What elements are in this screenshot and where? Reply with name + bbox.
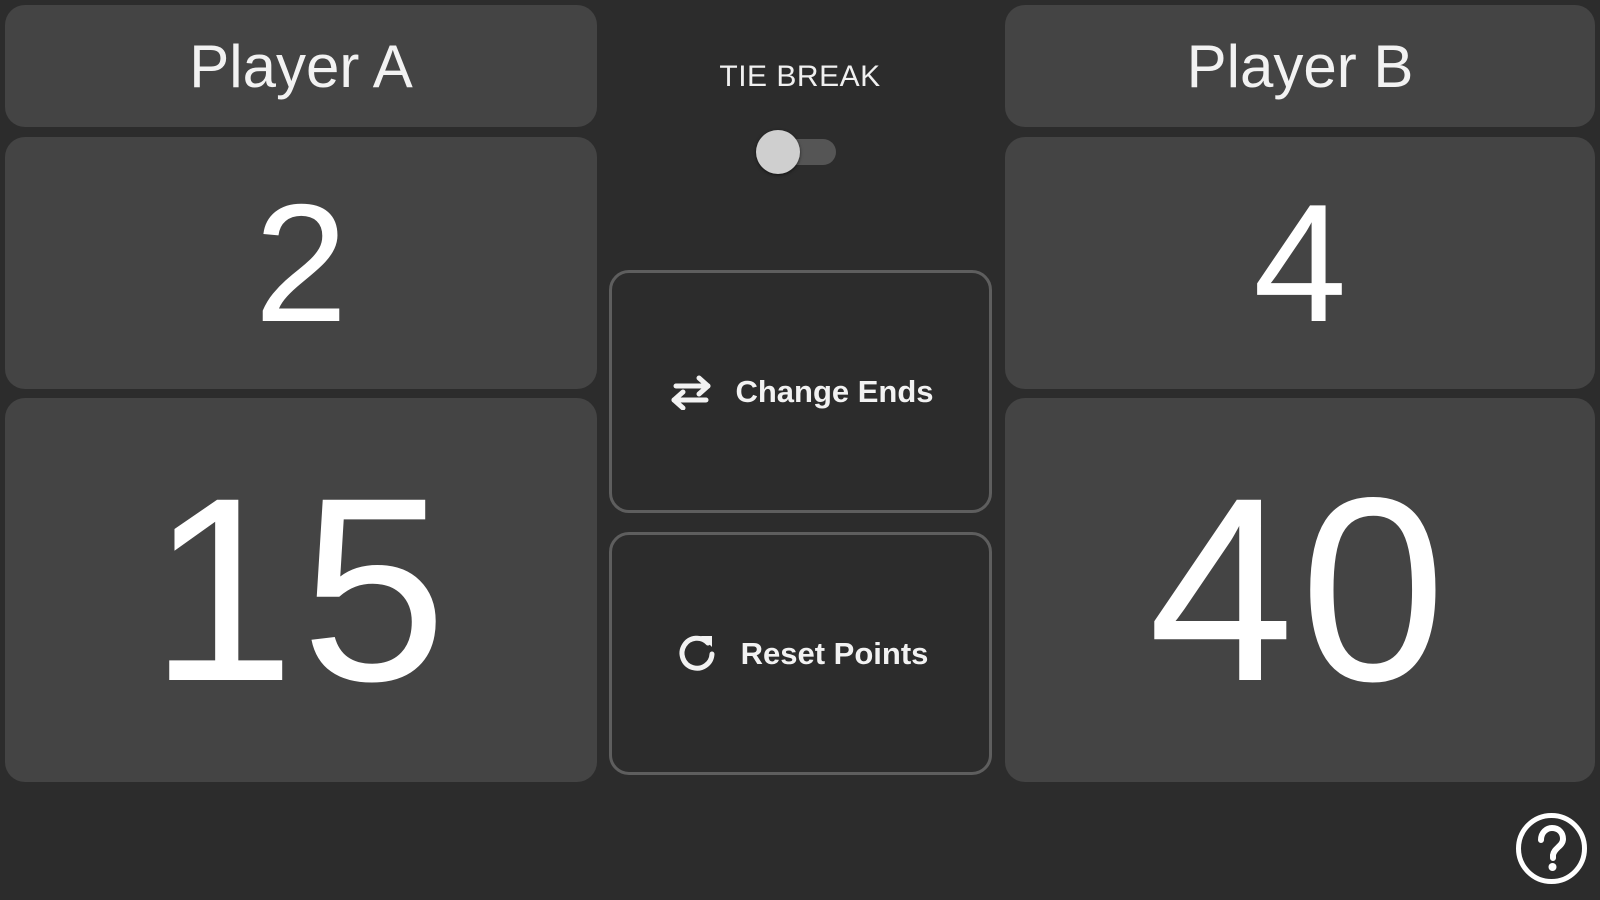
player-a-games-value: 2	[254, 168, 348, 357]
swap-horiz-icon	[667, 368, 715, 416]
player-a-points-value: 15	[149, 443, 453, 736]
player-b-name[interactable]: Player B	[1005, 5, 1595, 127]
player-b-name-label: Player B	[1186, 32, 1414, 100]
player-b-points[interactable]: 40	[1005, 398, 1595, 782]
refresh-icon	[673, 630, 721, 678]
tie-break-toggle[interactable]	[756, 130, 840, 174]
help-button[interactable]	[1514, 811, 1589, 886]
change-ends-label: Change Ends	[735, 373, 934, 409]
player-a-name[interactable]: Player A	[5, 5, 597, 127]
player-b-points-value: 40	[1148, 443, 1452, 736]
reset-points-button[interactable]: Reset Points	[609, 532, 992, 775]
player-a-points[interactable]: 15	[5, 398, 597, 782]
player-a-name-label: Player A	[189, 32, 413, 100]
player-b-games[interactable]: 4	[1005, 137, 1595, 389]
player-b-games-value: 4	[1253, 168, 1347, 357]
reset-points-label: Reset Points	[740, 635, 929, 671]
scoreboard-app: Player A 2 15 TIE BREAK Change Ends Rese…	[0, 0, 1600, 900]
change-ends-button[interactable]: Change Ends	[609, 270, 992, 513]
tie-break-label: TIE BREAK	[719, 60, 881, 93]
toggle-thumb	[756, 130, 800, 174]
player-a-games[interactable]: 2	[5, 137, 597, 389]
help-circle-icon	[1516, 813, 1587, 884]
